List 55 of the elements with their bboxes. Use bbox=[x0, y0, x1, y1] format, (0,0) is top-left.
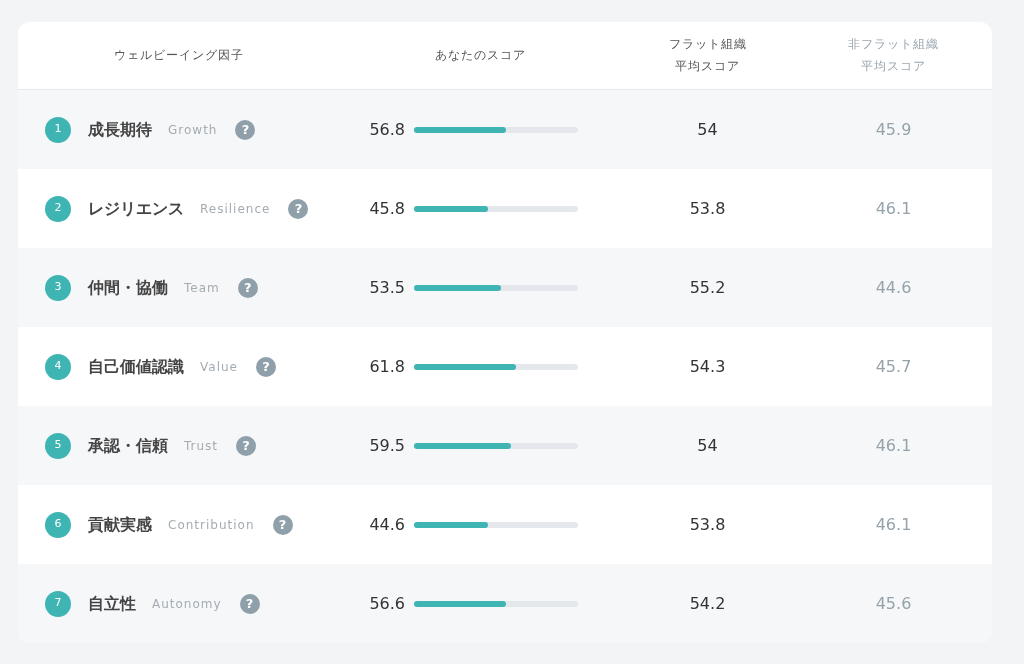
score-value: 56.6 bbox=[368, 592, 405, 615]
flat-average-score: 54 bbox=[697, 435, 718, 455]
column-header: 平均スコア bbox=[861, 57, 926, 75]
help-button[interactable]: ? bbox=[255, 356, 276, 377]
help-button[interactable]: ? bbox=[272, 514, 293, 535]
flat-average-score: 54 bbox=[697, 119, 718, 139]
score-value: 44.6 bbox=[368, 513, 405, 536]
factor-name: 承認・信頼 bbox=[88, 434, 168, 457]
non-flat-average-score: 45.9 bbox=[875, 119, 912, 139]
non-flat-average-score: 45.7 bbox=[875, 356, 912, 376]
number-badge: 3 bbox=[45, 274, 71, 301]
column-header: ウェルビーイング因子 bbox=[114, 46, 244, 64]
help-button[interactable]: ? bbox=[237, 277, 258, 298]
factor-english-name: Autonomy bbox=[152, 595, 222, 613]
score-value: 53.5 bbox=[368, 276, 405, 299]
flat-average-score: 53.8 bbox=[689, 198, 726, 218]
number-badge: 1 bbox=[45, 116, 71, 143]
flat-average-score: 54.3 bbox=[689, 356, 726, 376]
non-flat-average-score: 44.6 bbox=[875, 277, 912, 297]
factor-name: 成長期待 bbox=[88, 118, 152, 141]
flat-average-score: 54.2 bbox=[689, 593, 726, 613]
factor-english-name: Value bbox=[200, 358, 238, 376]
non-flat-average-score: 46.1 bbox=[875, 514, 912, 534]
column-header: あなたのスコア bbox=[434, 46, 526, 64]
number-badge: 4 bbox=[45, 353, 71, 380]
flat-average-score: 55.2 bbox=[689, 277, 726, 297]
non-flat-average-score: 46.1 bbox=[875, 198, 912, 218]
factor-english-name: Team bbox=[184, 279, 220, 297]
factor-name: 貢献実感 bbox=[88, 513, 152, 536]
factor-name: 自立性 bbox=[88, 592, 136, 615]
help-button[interactable]: ? bbox=[235, 119, 256, 140]
column-header: 非フラット組織 bbox=[848, 35, 939, 53]
score-value: 45.8 bbox=[368, 197, 405, 220]
factor-english-name: Trust bbox=[184, 437, 219, 455]
flat-average-score: 53.8 bbox=[689, 514, 726, 534]
number-badge: 6 bbox=[45, 511, 71, 538]
column-header: フラット組織 bbox=[668, 35, 747, 53]
number-badge: 5 bbox=[45, 432, 71, 459]
number-badge: 2 bbox=[45, 195, 71, 222]
factor-english-name: Contribution bbox=[168, 516, 255, 534]
factor-english-name: Resilience bbox=[200, 200, 271, 218]
non-flat-average-score: 46.1 bbox=[875, 435, 912, 455]
help-button[interactable]: ? bbox=[288, 198, 309, 219]
factor-name: レジリエンス bbox=[88, 197, 184, 220]
factor-english-name: Growth bbox=[168, 121, 218, 139]
help-button[interactable]: ? bbox=[239, 593, 260, 614]
score-value: 56.8 bbox=[368, 118, 405, 141]
factor-name: 自己価値認識 bbox=[88, 355, 184, 378]
number-badge: 7 bbox=[45, 590, 71, 617]
factor-name: 仲間・協働 bbox=[88, 276, 168, 299]
score-value: 61.8 bbox=[368, 355, 405, 378]
column-header: 平均スコア bbox=[675, 57, 740, 75]
score-value: 59.5 bbox=[368, 434, 405, 457]
help-button[interactable]: ? bbox=[236, 435, 257, 456]
non-flat-average-score: 45.6 bbox=[875, 593, 912, 613]
